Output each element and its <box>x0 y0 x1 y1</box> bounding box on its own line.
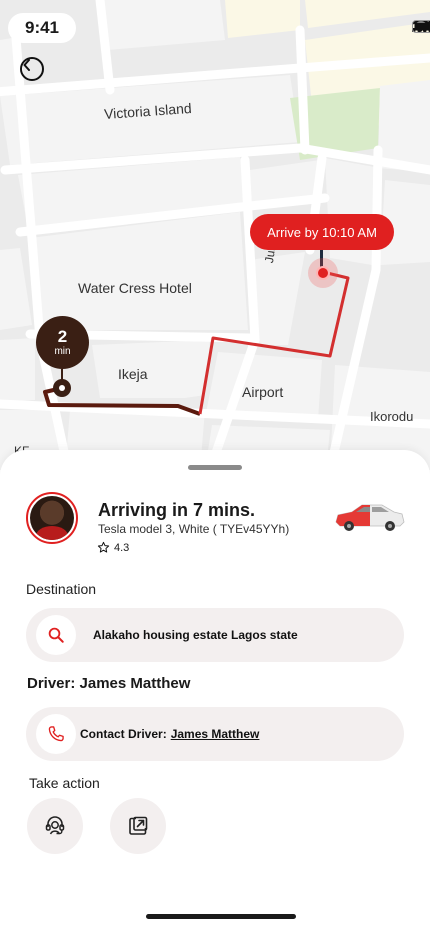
search-icon <box>48 627 64 643</box>
car-description: Tesla model 3, White ( TYEv45YYh) <box>98 522 290 536</box>
contact-phone-icon-wrap <box>36 714 76 754</box>
driver-name-title: Driver: James Matthew <box>27 675 191 692</box>
phone-icon <box>48 726 64 742</box>
status-time: 9:41 <box>8 13 76 43</box>
home-indicator <box>146 914 296 919</box>
share-external-icon <box>129 816 148 835</box>
destination-search-icon-wrap <box>36 615 76 655</box>
contact-driver-prefix: Contact Driver: <box>80 727 167 741</box>
destination-pin-dot <box>316 266 330 280</box>
map-label-airport: Airport <box>242 384 284 400</box>
driver-avatar <box>26 492 78 544</box>
contact-driver-button[interactable]: Contact Driver: James Matthew <box>26 707 404 761</box>
star-icon <box>97 541 110 553</box>
trip-bottom-sheet: Arriving in 7 mins. Tesla model 3, White… <box>0 450 430 932</box>
map-label-ikorodu: Ikorodu <box>370 409 414 424</box>
arrive-by-pill: Arrive by 10:10 AM <box>250 214 394 250</box>
share-trip-button[interactable] <box>110 798 166 854</box>
driver-rating: 4.3 <box>97 541 129 554</box>
contact-driver-name-link[interactable]: James Matthew <box>171 727 260 741</box>
destination-pin <box>308 258 338 288</box>
destination-address: Alakaho housing estate Lagos state <box>93 628 298 642</box>
eta-badge: 2 min <box>36 316 89 369</box>
support-button[interactable] <box>27 798 83 854</box>
map-view[interactable]: Victoria Island Water Cress Hotel Ikeja … <box>0 0 430 470</box>
map-label-ikeja: Ikeja <box>118 366 148 382</box>
eta-badge-value: 2 <box>57 326 68 346</box>
car-icon <box>335 504 405 531</box>
driver-rating-value: 4.3 <box>114 541 130 554</box>
destination-field[interactable]: Alakaho housing estate Lagos state <box>26 608 404 662</box>
chevron-left-icon <box>23 59 30 71</box>
driver-location-marker <box>53 379 71 397</box>
support-agent-icon <box>45 816 65 835</box>
eta-badge-unit: min <box>54 345 71 357</box>
battery-icon <box>412 20 430 33</box>
sheet-drag-handle[interactable] <box>188 465 242 470</box>
back-button[interactable] <box>20 57 44 81</box>
take-action-label: Take action <box>29 775 100 791</box>
map-label-water-cress-hotel: Water Cress Hotel <box>78 280 192 296</box>
arrival-title: Arriving in 7 mins. <box>98 500 256 520</box>
destination-label: Destination <box>26 581 97 597</box>
